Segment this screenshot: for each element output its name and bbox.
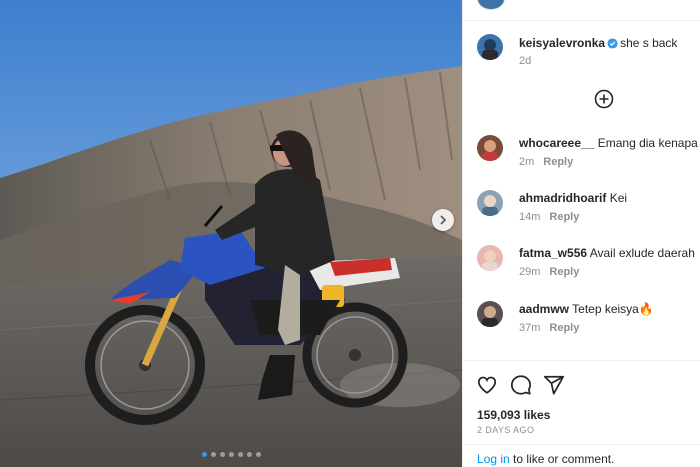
reply-button[interactable]: Reply (549, 322, 579, 334)
carousel-dot (201, 452, 207, 457)
comment-text: Tetep keisya🔥 (572, 302, 654, 316)
comment-item: ahmadridhoarif Kei (519, 191, 627, 206)
commenter-avatar[interactable] (477, 301, 503, 327)
chevron-right-icon (440, 215, 447, 225)
reply-button[interactable]: Reply (549, 211, 579, 223)
comment-age: 14m (519, 211, 541, 223)
commenter-avatar[interactable] (477, 135, 503, 161)
commenter-avatar[interactable] (477, 245, 503, 271)
login-prompt: Log in to like or comment. (477, 452, 614, 466)
commenter-avatar[interactable] (477, 190, 503, 216)
caption: keisyalevronka she s back (519, 36, 677, 51)
comment-username[interactable]: ahmadridhoarif (519, 191, 606, 205)
divider (463, 444, 700, 445)
next-photo-button[interactable] (432, 209, 454, 231)
carousel-dot (246, 452, 252, 457)
comment-text: Emang dia kenapa (597, 136, 698, 150)
comment-item: whocareee__ Emang dia kenapa (519, 136, 698, 151)
plus-circle-icon[interactable] (594, 89, 614, 109)
comments-panel: keisyalevronka she s back 2d whocareee__ … (462, 0, 700, 467)
carousel-indicator (0, 452, 462, 457)
divider (463, 20, 700, 21)
post-photo[interactable] (0, 0, 462, 467)
send-arrow-icon[interactable] (543, 374, 565, 396)
divider (463, 360, 700, 361)
comment-username[interactable]: whocareee__ (519, 136, 594, 150)
reply-button[interactable]: Reply (549, 266, 579, 278)
likes-count[interactable]: 159,093 likes (477, 408, 550, 422)
comment-item: fatma_w556 Avail exlude daerah (519, 246, 695, 261)
reply-button[interactable]: Reply (543, 156, 573, 168)
carousel-dot (237, 452, 243, 457)
carousel-dot (228, 452, 234, 457)
comment-meta: 14m Reply (519, 211, 579, 223)
comment-bubble-icon[interactable] (510, 374, 532, 396)
comment-age: 29m (519, 266, 541, 278)
carousel-dot (210, 452, 216, 457)
comment-text: Kei (609, 191, 628, 205)
caption-age: 2d (519, 55, 532, 67)
login-text: to like or comment. (509, 452, 615, 466)
comment-meta: 29m Reply (519, 266, 579, 278)
avatar (477, 0, 505, 10)
heart-icon[interactable] (476, 374, 498, 396)
carousel-dot (219, 452, 225, 457)
comment-text: Avail exlude daerah (589, 246, 695, 260)
post-date: 2 DAYS AGO (477, 425, 535, 435)
motorcycle-photo (0, 0, 462, 467)
author-username[interactable]: keisyalevronka (519, 36, 605, 50)
comment-age: 37m (519, 322, 541, 334)
caption-text: she s back (620, 36, 678, 50)
comment-meta: 2m Reply (519, 156, 573, 168)
comment-age: 2m (519, 156, 535, 168)
author-avatar[interactable] (477, 34, 503, 60)
login-link[interactable]: Log in (477, 452, 510, 466)
comment-item: aadmww Tetep keisya🔥 (519, 302, 654, 317)
verified-badge-icon (607, 38, 618, 49)
comment-username[interactable]: fatma_w556 (519, 246, 587, 260)
carousel-dot (255, 452, 261, 457)
comment-meta: 37m Reply (519, 322, 579, 334)
comment-username[interactable]: aadmww (519, 302, 569, 316)
